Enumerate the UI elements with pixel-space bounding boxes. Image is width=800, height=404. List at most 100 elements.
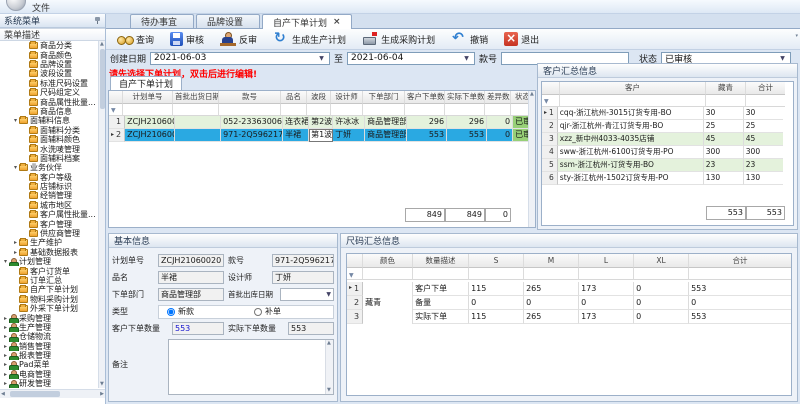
type-new-radio[interactable] [167, 308, 175, 316]
sidebar-item[interactable]: 商品信息 [0, 107, 98, 116]
table-row[interactable]: ▸1 cqq-浙江杭州-3015订货专用-BO 30 30 [542, 107, 793, 120]
plan-no-field[interactable]: ZCJH21060020 [158, 254, 224, 267]
sidebar-item[interactable]: 客户属性批量... [0, 210, 98, 219]
toolbar-button[interactable]: 查询 [114, 31, 157, 47]
column-header[interactable]: L [579, 254, 634, 268]
table-row[interactable]: 3 xzz_新中州4033-4035店铺 45 45 [542, 133, 793, 146]
sidebar-item[interactable]: ▸ Pad菜单 [0, 360, 98, 369]
type-new-option[interactable]: 新款 [167, 306, 246, 317]
dept-field[interactable]: 商品管理部 [158, 288, 224, 301]
sidebar-item[interactable]: 自产下单计划 [0, 285, 98, 294]
menu-file[interactable]: 文件 [32, 1, 50, 14]
table-filter-row[interactable]: ▼ [542, 95, 793, 107]
chevron-down-icon[interactable]: ▼ [317, 55, 326, 62]
scroll-down-icon[interactable]: ▼ [100, 382, 104, 387]
sidebar-item[interactable]: ▸ 研发管理 [0, 379, 98, 388]
type-repeat-option[interactable]: 补单 [254, 306, 333, 317]
sidebar-item[interactable]: ▸ 仓储物流 [0, 332, 98, 341]
scroll-up-icon[interactable]: ▲ [530, 92, 534, 97]
sidebar-item[interactable]: ▸ 报表管理 [0, 351, 98, 360]
customer-qty-field[interactable]: 553 [172, 322, 224, 335]
table-row[interactable]: 1 ZCJH21060024 052-23363006-1 连衣裙 第2波 许冰… [109, 116, 535, 129]
remark-scrollbar[interactable]: ▲ ▼ [325, 340, 333, 394]
chevron-down-icon[interactable]: ▼ [462, 55, 471, 62]
sidebar-item[interactable]: 波段设置 [0, 69, 98, 78]
table-row[interactable]: 3 实际下单 115 265 173 0 553 [347, 310, 791, 324]
scroll-right-icon[interactable]: ▶ [100, 392, 104, 397]
sidebar-item[interactable]: ▸ 采购管理 [0, 313, 98, 322]
sidebar-item[interactable]: ▸ 电商管理 [0, 370, 98, 379]
toolbar-button[interactable]: 退出 [501, 31, 542, 47]
date-from-combobox[interactable]: 2021-06-03 ▼ [150, 52, 330, 65]
sidebar-item[interactable]: 外采下单计划 [0, 304, 98, 313]
date-to-combobox[interactable]: 2021-06-04 ▼ [347, 52, 475, 65]
column-header[interactable]: 款号 [219, 91, 281, 104]
product-field[interactable]: 半裙 [158, 271, 224, 284]
pin-icon[interactable] [94, 17, 101, 24]
column-header[interactable]: 波段 [307, 91, 331, 104]
table-filter-row[interactable]: ▼ [347, 268, 791, 282]
column-header[interactable]: S [469, 254, 524, 268]
toolbar-button[interactable]: 生成生产计划 [270, 31, 349, 47]
toolbar-button[interactable]: 反审 [217, 31, 260, 47]
expand-arrow-icon[interactable]: ▸ [12, 249, 19, 256]
sidebar-item[interactable]: 经销管理 [0, 191, 98, 200]
sidebar-item[interactable]: 品牌设置 [0, 60, 98, 69]
expand-arrow-icon[interactable]: ▾ [12, 164, 19, 171]
sidebar-item[interactable]: 城市地区 [0, 201, 98, 210]
column-header[interactable]: 合计 [689, 254, 791, 268]
sidebar-item[interactable]: ▸ 生产维护 [0, 238, 98, 247]
table-row[interactable]: ▸1 客户下单 115 265 173 0 553 [347, 282, 791, 296]
remark-textarea[interactable]: ▲ ▼ [168, 339, 334, 395]
expand-arrow-icon[interactable]: ▸ [2, 315, 9, 322]
sidebar-item[interactable]: ▸ 销售管理 [0, 342, 98, 351]
sidebar-item[interactable]: 水洗唛管理 [0, 144, 98, 153]
scroll-down-icon[interactable]: ▼ [327, 388, 331, 393]
toolbar-button[interactable]: 生成采购计划 [359, 31, 438, 47]
column-header[interactable]: M [524, 254, 579, 268]
table-row[interactable]: 2 藏青 备量 0 0 0 0 0 [347, 296, 791, 310]
scrollbar-thumb[interactable] [10, 391, 60, 397]
filter-funnel-icon[interactable]: ▼ [544, 98, 549, 105]
sidebar-item[interactable]: 供应商管理 [0, 229, 98, 238]
subtab-plan[interactable]: 自产下单计划 [110, 76, 182, 90]
sidebar-item[interactable]: 客户订货单 [0, 266, 98, 275]
filter-funnel-icon[interactable]: ▼ [111, 107, 116, 114]
document-tab[interactable]: 自产下单计划 × [262, 14, 352, 29]
sidebar-item[interactable]: 面辅料颜色 [0, 135, 98, 144]
sidebar-item[interactable]: 客户管理 [0, 219, 98, 228]
sidebar-item[interactable]: 订单汇总 [0, 276, 98, 285]
expand-arrow-icon[interactable]: ▸ [2, 352, 9, 359]
sidebar-item[interactable]: 面辅料档案 [0, 154, 98, 163]
table-vertical-scrollbar[interactable]: ▲ [528, 91, 535, 227]
scroll-up-icon[interactable]: ▲ [100, 42, 104, 47]
sidebar-item[interactable]: 店铺标识 [0, 182, 98, 191]
expand-arrow-icon[interactable]: ▸ [2, 324, 9, 331]
expand-arrow-icon[interactable]: ▸ [2, 361, 9, 368]
actual-qty-field[interactable]: 553 [288, 322, 334, 335]
expand-arrow-icon[interactable]: ▸ [2, 343, 9, 350]
sidebar-item[interactable]: 商品属性批量... [0, 97, 98, 106]
sidebar-item[interactable]: 标准尺码设置 [0, 79, 98, 88]
scroll-left-icon[interactable]: ◀ [1, 392, 5, 397]
type-repeat-radio[interactable] [254, 308, 262, 316]
tab-close-icon[interactable]: × [333, 18, 341, 27]
column-header[interactable]: 实际下单数量 [445, 91, 485, 104]
toolbar-overflow-icon[interactable]: ▾ [795, 33, 798, 39]
table-row[interactable]: 2 qjr-浙江杭州-青江订货专用-BO 25 25 [542, 120, 793, 133]
column-header[interactable]: 首批出货日期 [173, 91, 219, 104]
column-header[interactable]: 数量描述 [413, 254, 469, 268]
sidebar-item[interactable]: ▾ 计划管理 [0, 257, 98, 266]
column-header[interactable]: 计划单号 [123, 91, 173, 104]
table-row[interactable]: ▸2 ZCJH21060020 971-2Q596217 半裙 第1波 丁妍 商… [109, 129, 535, 142]
column-header[interactable]: 品名 [281, 91, 307, 104]
first-ship-combobox[interactable]: ▼ [280, 288, 334, 301]
expand-arrow-icon[interactable]: ▸ [2, 371, 9, 378]
column-header[interactable]: XL [634, 254, 689, 268]
table-row[interactable]: 6 sty-浙江杭州-1502订货专用-PO 130 130 [542, 172, 793, 185]
expand-arrow-icon[interactable]: ▸ [12, 239, 19, 246]
expand-arrow-icon[interactable]: ▸ [2, 380, 9, 387]
cell-wave[interactable]: 第1波 [309, 129, 333, 142]
table-row[interactable]: 4 sww-浙江杭州-6100订货专用-PO 300 300 [542, 146, 793, 159]
sidebar-vertical-scrollbar[interactable]: ▲ ▼ [98, 41, 105, 388]
